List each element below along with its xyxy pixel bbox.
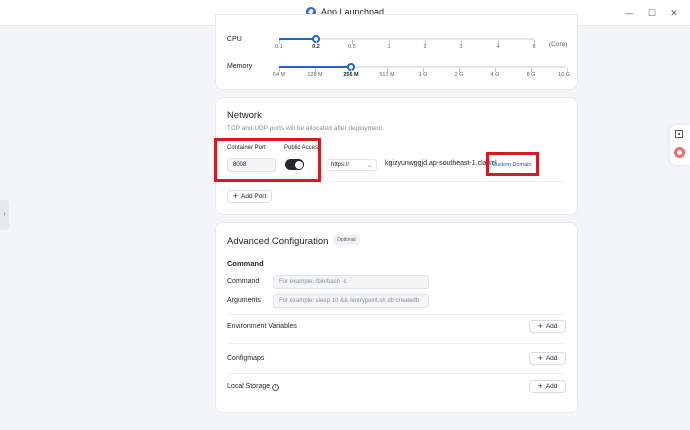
command-input[interactable]: For example: /bin/bash -c [273,275,429,289]
cpu-tick-label: 0.5 [348,44,356,50]
cpu-label: CPU [227,36,242,43]
local-storage-label: Local Storage i [227,383,280,391]
domain-text: kgizyunwggjd.ap-southeast-1.clawcl [385,160,497,167]
command-label: Command [227,278,260,285]
maximize-button[interactable]: ☐ [645,6,659,20]
env-vars-label: Environment Variables [227,323,297,330]
cpu-unit: (Core) [549,41,568,48]
protocol-select[interactable]: https:// ⌄ [326,159,377,171]
memory-tick-label: 2 G [454,72,464,78]
annotation-box-port-access [214,138,321,182]
memory-tick-label: 1 G [418,72,428,78]
add-label: Add [545,355,558,362]
add-port-button[interactable]: + Add Port [227,190,272,203]
configmaps-label: Configmaps [227,355,265,362]
chevron-down-icon: ⌄ [366,163,372,169]
cpu-tick-label: 4 [496,44,500,50]
add-label: Add [545,383,558,390]
cpu-tick-label: 8 [532,44,536,50]
annotation-box-custom-domain [486,152,539,176]
add-port-label: Add Port [240,193,267,200]
memory-tick-label: 16 G [558,72,570,78]
memory-tick-label: 64 M [272,72,286,78]
floating-tools [670,125,690,165]
minimize-button[interactable]: — [622,6,636,20]
memory-tick-label: 256 M [343,72,359,78]
cpu-slider-fill [279,38,316,40]
protocol-value: https:// [331,162,350,168]
plus-icon: + [537,381,543,391]
advanced-divider [227,343,566,344]
plus-icon: + [232,191,238,201]
assistant-icon[interactable] [674,147,685,158]
cpu-tick-label: 0.1 [275,44,283,50]
cpu-tick-label: 0.2 [312,44,320,50]
close-button[interactable]: ✕ [667,6,681,20]
add-local-storage-button[interactable]: + Add [529,380,566,393]
memory-tick-label: 8 G [526,72,536,78]
cpu-tick-label: 1 [387,44,391,50]
optional-badge: Optional [333,235,360,245]
memory-tick-label: 128 M [307,72,323,78]
arguments-input[interactable]: For example: sleep 10 && /entrypoint.sh … [273,294,429,308]
memory-tick-label: 4 G [490,72,500,78]
network-title: Network [227,110,262,121]
qr-code-icon[interactable] [675,130,683,138]
command-section-title: Command [227,259,264,268]
memory-label: Memory [227,63,253,70]
network-description: TCP and UDP ports will be allocated afte… [227,125,384,132]
plus-icon: + [537,353,543,363]
resources-card [215,14,578,90]
local-storage-text: Local Storage [227,383,271,390]
cpu-tick-label: 3 [459,44,463,50]
plus-icon: + [537,321,543,331]
add-label: Add [545,323,558,330]
advanced-divider [227,373,566,374]
info-icon[interactable]: i [272,384,280,391]
advanced-divider [227,314,566,315]
sidebar-expand-handle[interactable]: › [0,200,9,230]
advanced-config-title: Advanced Configuration [227,236,329,247]
add-configmap-button[interactable]: + Add [529,352,566,365]
cpu-tick-label: 2 [423,44,427,50]
add-env-var-button[interactable]: + Add [529,320,566,333]
arguments-label: Arguments [227,297,261,304]
memory-tick-label: 512 M [379,72,395,78]
